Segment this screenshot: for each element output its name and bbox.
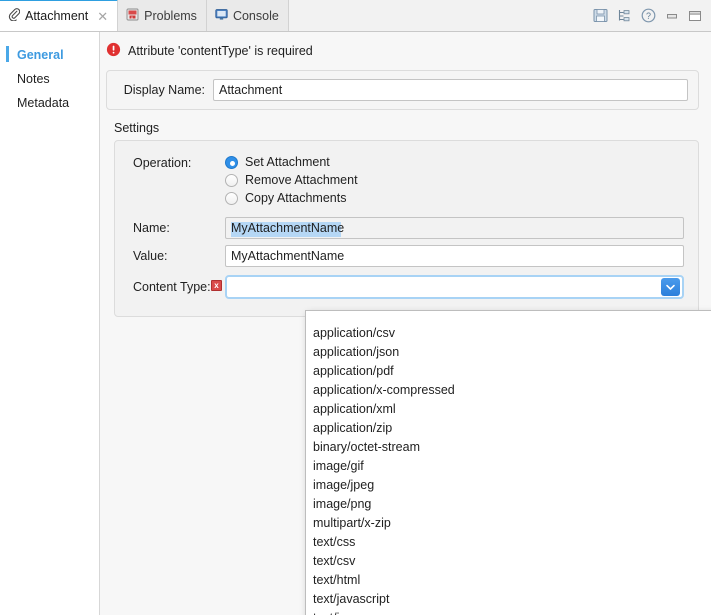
dropdown-option[interactable]: text/json [306, 609, 711, 615]
maximize-icon[interactable] [688, 9, 702, 23]
tab-problems[interactable]: x Problems [118, 0, 207, 31]
window-toolbar: ? [593, 0, 711, 31]
sidebar-item-label: Notes [17, 72, 50, 86]
settings-title: Settings [100, 110, 711, 140]
editor-body: General Notes Metadata Attribute 'conten… [0, 32, 711, 615]
radio-label: Set Attachment [245, 155, 330, 169]
tab-attachment[interactable]: Attachment ✕ [0, 0, 118, 31]
tab-console[interactable]: Console [207, 0, 289, 31]
radio-label: Copy Attachments [245, 191, 346, 205]
content-type-dropdown[interactable]: application/csvapplication/jsonapplicati… [305, 310, 711, 615]
error-circle-icon [106, 42, 121, 60]
paperclip-icon [8, 8, 20, 24]
display-name-label: Display Name: [117, 83, 205, 97]
dropdown-option[interactable]: multipart/x-zip [306, 514, 711, 533]
display-name-card: Display Name: [106, 70, 699, 110]
radio-copy-attachments[interactable]: Copy Attachments [225, 191, 358, 205]
tab-label: Problems [144, 9, 197, 23]
dropdown-option[interactable]: application/x-compressed [306, 381, 711, 400]
dropdown-option[interactable]: application/zip [306, 419, 711, 438]
tab-label: Console [233, 9, 279, 23]
sidebar-item-label: Metadata [17, 96, 69, 110]
radio-indicator[interactable] [225, 192, 238, 205]
help-icon[interactable]: ? [641, 8, 656, 23]
sidebar: General Notes Metadata [0, 32, 100, 615]
dropdown-option[interactable]: application/csv [306, 324, 711, 343]
settings-card: Operation: Set Attachment Remove Attachm… [114, 140, 699, 317]
dropdown-option[interactable]: text/css [306, 533, 711, 552]
sidebar-item-notes[interactable]: Notes [0, 67, 99, 91]
name-row: Name: [115, 208, 698, 242]
radio-indicator[interactable] [225, 156, 238, 169]
radio-label: Remove Attachment [245, 173, 358, 187]
dropdown-option[interactable]: image/png [306, 495, 711, 514]
name-label: Name: [133, 221, 225, 235]
minimize-icon[interactable] [665, 9, 679, 23]
dropdown-option[interactable]: binary/octet-stream [306, 438, 711, 457]
sidebar-item-general[interactable]: General [0, 43, 99, 67]
name-input[interactable] [225, 217, 684, 239]
operation-row: Operation: Set Attachment Remove Attachm… [115, 147, 698, 208]
dropdown-option[interactable]: image/jpeg [306, 476, 711, 495]
error-message: Attribute 'contentType' is required [128, 44, 313, 58]
dropdown-option[interactable]: image/gif [306, 457, 711, 476]
tab-label: Attachment [25, 9, 88, 23]
chevron-down-icon[interactable] [661, 278, 680, 296]
sidebar-item-metadata[interactable]: Metadata [0, 91, 99, 115]
error-banner: Attribute 'contentType' is required [100, 32, 711, 70]
content-type-row: Content Type: x [115, 270, 698, 302]
outline-tree-icon[interactable] [617, 8, 632, 23]
dropdown-option-list: application/csvapplication/jsonapplicati… [306, 311, 711, 615]
problems-icon: x [126, 8, 139, 24]
tab-bar: Attachment ✕ x Problems Console [0, 0, 711, 32]
console-icon [215, 8, 228, 24]
display-name-row: Display Name: [107, 71, 698, 109]
save-icon[interactable] [593, 8, 608, 23]
radio-indicator[interactable] [225, 174, 238, 187]
radio-remove-attachment[interactable]: Remove Attachment [225, 173, 358, 187]
value-input[interactable] [225, 245, 684, 267]
content-type-combo[interactable] [225, 275, 684, 299]
svg-text:?: ? [646, 11, 651, 21]
operation-label: Operation: [133, 155, 225, 170]
dropdown-option[interactable]: text/javascript [306, 590, 711, 609]
dropdown-option[interactable]: text/html [306, 571, 711, 590]
dropdown-option[interactable]: application/xml [306, 400, 711, 419]
field-error-marker: x [211, 280, 222, 291]
radio-set-attachment[interactable]: Set Attachment [225, 155, 358, 169]
svg-text:x: x [131, 14, 133, 19]
value-label: Value: [133, 249, 225, 263]
dropdown-option[interactable]: application/json [306, 343, 711, 362]
tab-bar-spacer [289, 0, 593, 31]
main-panel: Attribute 'contentType' is required Disp… [100, 32, 711, 615]
display-name-input[interactable] [213, 79, 688, 101]
close-icon[interactable]: ✕ [97, 10, 108, 23]
content-type-combo-wrap: x [225, 275, 684, 299]
sidebar-item-label: General [17, 48, 64, 62]
dropdown-option[interactable]: application/pdf [306, 362, 711, 381]
dropdown-option[interactable]: text/csv [306, 552, 711, 571]
value-row: Value: [115, 242, 698, 270]
operation-radio-group: Set Attachment Remove Attachment Copy At… [225, 155, 358, 205]
